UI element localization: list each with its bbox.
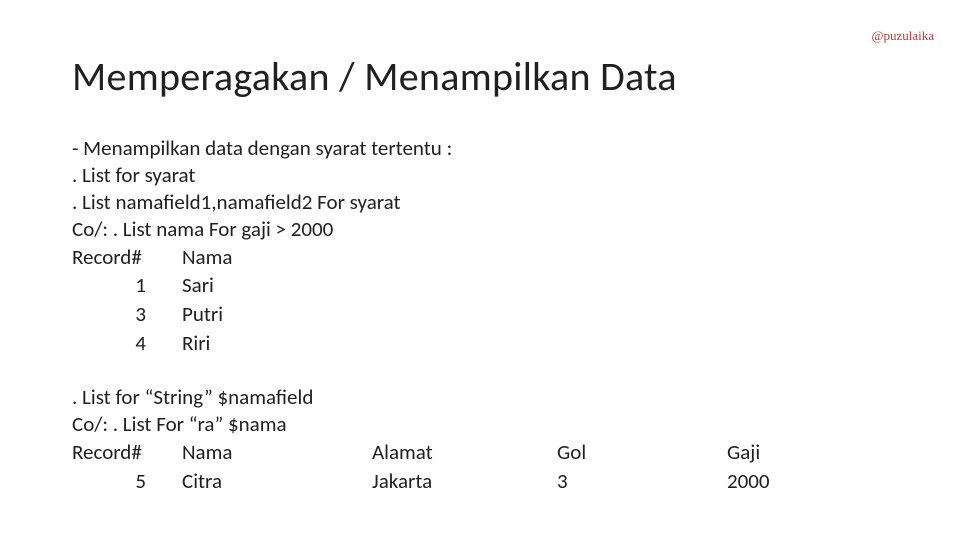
cell: 4: [72, 329, 182, 358]
col-header: Alamat: [372, 438, 557, 467]
table-2: Record# Nama Alamat Gol Gaji 5 Citra Jak…: [72, 438, 960, 496]
slide-content: Memperagakan / Menampilkan Data - Menamp…: [0, 0, 960, 496]
body-text: - Menampilkan data dengan syarat tertent…: [72, 135, 960, 496]
cell: Putri: [182, 300, 382, 329]
cell: Riri: [182, 329, 382, 358]
table-1: Record# Nama 1 Sari 3 Putri 4 Riri: [72, 243, 960, 359]
col-header: Nama: [182, 438, 372, 467]
col-header: Record#: [72, 438, 182, 467]
cell: 3: [557, 467, 727, 496]
col-header: Record#: [72, 243, 182, 272]
paragraph-2: . List for “String” $namafield Co/: . Li…: [72, 384, 960, 438]
cell: 5: [72, 467, 182, 496]
col-header: Gaji: [727, 438, 877, 467]
cell: 2000: [727, 467, 877, 496]
cell: 3: [72, 300, 182, 329]
col-header: Nama: [182, 243, 382, 272]
cell: Sari: [182, 271, 382, 300]
cell: Citra: [182, 467, 372, 496]
cell: 1: [72, 271, 182, 300]
col-header: Gol: [557, 438, 727, 467]
page-title: Memperagakan / Menampilkan Data: [72, 52, 960, 101]
watermark: @puzulaika: [871, 28, 934, 44]
cell: Jakarta: [372, 467, 557, 496]
paragraph-1: - Menampilkan data dengan syarat tertent…: [72, 135, 960, 243]
